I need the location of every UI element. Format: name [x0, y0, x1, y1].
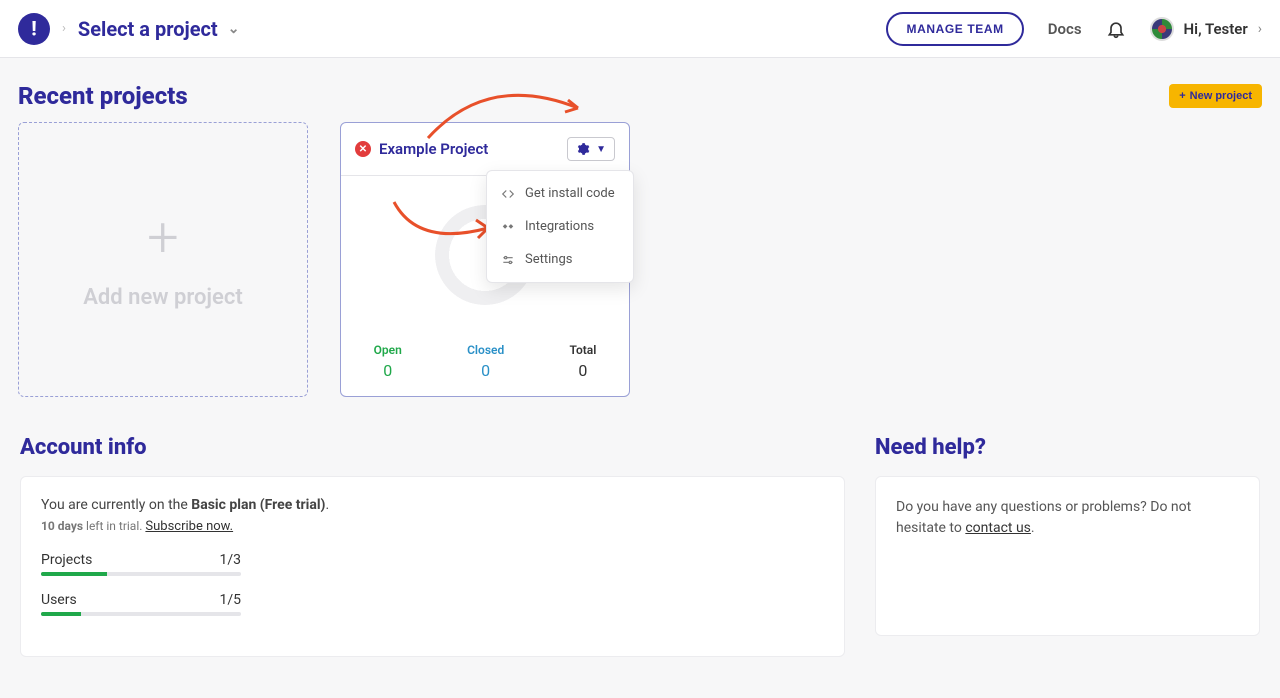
users-label: Users [41, 592, 77, 608]
project-card-title[interactable]: ✕ Example Project [355, 140, 488, 158]
app-logo-icon[interactable] [18, 13, 50, 45]
users-usage-fill [41, 612, 81, 616]
users-usage-bar [41, 612, 241, 616]
plan-line: You are currently on the Basic plan (Fre… [41, 497, 824, 513]
contact-us-link[interactable]: contact us [965, 520, 1031, 536]
subscribe-link[interactable]: Subscribe now. [145, 519, 233, 534]
plan-suffix: . [325, 497, 329, 513]
notifications-bell-icon[interactable] [1106, 19, 1126, 39]
status-error-icon: ✕ [355, 141, 371, 157]
stat-open: Open 0 [374, 343, 402, 380]
projects-usage-fill [41, 572, 107, 576]
stat-total: Total 0 [569, 343, 596, 380]
help-text-before: Do you have any questions or problems? D… [896, 499, 1191, 536]
trial-days: 10 days [41, 519, 83, 533]
stat-closed-value: 0 [467, 361, 504, 380]
project-selector[interactable]: Select a project ⌄ [78, 17, 240, 41]
stat-closed-label: Closed [467, 343, 504, 357]
project-card-header: ✕ Example Project ▼ [341, 123, 629, 176]
main-content: Recent projects + New project + Add new … [0, 58, 1280, 657]
user-greeting: Hi, Tester [1184, 20, 1248, 38]
trial-rest: left in trial. [83, 519, 145, 533]
account-info-title: Account info [20, 435, 845, 460]
project-cards-row: + Add new project ✕ Example Project ▼ [18, 122, 1262, 397]
plug-icon [501, 220, 515, 234]
recent-header-row: Recent projects + New project [18, 82, 1262, 110]
usage-projects: Projects 1/3 Users 1/5 [41, 552, 241, 616]
plan-prefix: You are currently on the [41, 497, 191, 513]
dropdown-install-label: Get install code [525, 186, 615, 201]
sliders-icon [501, 253, 515, 267]
trial-line: 10 days left in trial. Subscribe now. [41, 519, 824, 534]
header-left: › Select a project ⌄ [18, 13, 239, 45]
account-column: Account info You are currently on the Ba… [20, 435, 845, 657]
plan-name: Basic plan (Free trial) [191, 497, 325, 513]
projects-label: Projects [41, 552, 92, 568]
need-help-panel: Do you have any questions or problems? D… [875, 476, 1260, 636]
projects-usage-bar [41, 572, 241, 576]
help-text-after: . [1031, 520, 1035, 536]
breadcrumb-chevron-icon: › [62, 21, 66, 36]
avatar-icon [1150, 17, 1174, 41]
stat-closed: Closed 0 [467, 343, 504, 380]
projects-value: 1/3 [219, 552, 241, 568]
new-project-label: New project [1190, 90, 1252, 102]
app-header: › Select a project ⌄ MANAGE TEAM Docs Hi… [0, 0, 1280, 58]
caret-down-icon: ▼ [596, 144, 606, 155]
new-project-button[interactable]: + New project [1169, 84, 1262, 108]
chevron-down-icon: ⌄ [228, 21, 240, 37]
recent-projects-title: Recent projects [18, 82, 188, 110]
plus-icon: + [1179, 90, 1185, 102]
project-stats: Open 0 Closed 0 Total 0 [341, 333, 629, 396]
project-settings-dropdown: Get install code Integrations Settings [486, 170, 634, 283]
account-info-panel: You are currently on the Basic plan (Fre… [20, 476, 845, 657]
help-text: Do you have any questions or problems? D… [896, 497, 1239, 539]
add-project-card[interactable]: + Add new project [18, 122, 308, 397]
project-settings-button[interactable]: ▼ [567, 137, 615, 161]
help-column: Need help? Do you have any questions or … [875, 435, 1260, 657]
stat-open-value: 0 [374, 361, 402, 380]
project-selector-label: Select a project [78, 17, 218, 41]
stat-open-label: Open [374, 343, 402, 357]
dropdown-item-settings[interactable]: Settings [487, 243, 633, 276]
plus-large-icon: + [147, 209, 179, 265]
manage-team-button[interactable]: MANAGE TEAM [886, 12, 1023, 46]
stat-total-label: Total [569, 343, 596, 357]
header-right: MANAGE TEAM Docs Hi, Tester › [886, 12, 1262, 46]
docs-link[interactable]: Docs [1048, 20, 1082, 38]
chevron-right-icon: › [1258, 21, 1262, 37]
project-name-label: Example Project [379, 140, 488, 158]
stat-total-value: 0 [569, 361, 596, 380]
user-menu[interactable]: Hi, Tester › [1150, 17, 1262, 41]
dropdown-item-integrations[interactable]: Integrations [487, 210, 633, 243]
users-value: 1/5 [219, 592, 241, 608]
code-icon [501, 187, 515, 201]
lower-panels: Account info You are currently on the Ba… [18, 435, 1262, 657]
add-project-label: Add new project [83, 285, 243, 310]
dropdown-settings-label: Settings [525, 252, 572, 267]
dropdown-integrations-label: Integrations [525, 219, 594, 234]
need-help-title: Need help? [875, 435, 1260, 460]
gear-icon [576, 142, 590, 156]
dropdown-item-install-code[interactable]: Get install code [487, 177, 633, 210]
